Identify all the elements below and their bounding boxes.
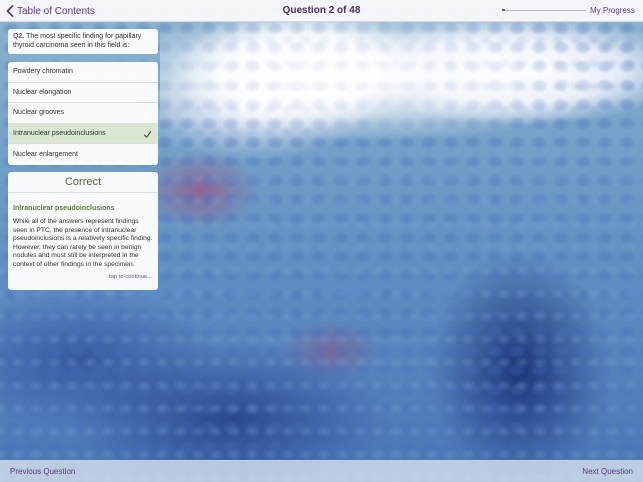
chevron-left-icon [6, 5, 14, 17]
bottom-nav-bar: Previous Question Next Question [0, 460, 643, 482]
feedback-correct-answer: Intranuclear pseudoinclusions [13, 205, 115, 212]
checkmark-icon [143, 131, 152, 138]
answer-option[interactable]: Nuclear enlargement [8, 144, 158, 165]
background-clear-area [160, 22, 643, 142]
answer-option[interactable]: Powdery chromatin [8, 62, 158, 83]
answer-option[interactable]: Nuclear elongation [8, 83, 158, 104]
answer-list: Powdery chromatin Nuclear elongation Nuc… [8, 62, 158, 165]
feedback-card[interactable]: Correct Intranuclear pseudoinclusions Wh… [8, 172, 158, 290]
progress-bar [502, 9, 586, 11]
back-button-label: Table of Contents [17, 5, 95, 17]
feedback-status: Correct [8, 172, 158, 193]
answer-label: Nuclear grooves [13, 109, 64, 117]
answer-label: Intranuclear pseudoinclusions [13, 130, 106, 138]
my-progress-button[interactable]: My Progress [590, 6, 635, 15]
answer-label: Powdery chromatin [13, 68, 73, 76]
answer-option[interactable]: Nuclear grooves [8, 103, 158, 124]
top-nav-bar: Table of Contents Question 2 of 48 My Pr… [0, 0, 643, 22]
back-button[interactable]: Table of Contents [6, 4, 95, 18]
answer-label: Nuclear enlargement [13, 151, 78, 159]
question-text: The most specific finding for papillary … [13, 33, 142, 49]
answer-option-selected[interactable]: Intranuclear pseudoinclusions [8, 123, 158, 145]
question-card: Q2. The most specific finding for papill… [8, 29, 158, 54]
answer-label: Nuclear elongation [13, 88, 72, 96]
next-question-button[interactable]: Next Question [582, 467, 633, 476]
tap-to-continue-link[interactable]: tap to continue... [109, 274, 152, 280]
feedback-explanation: While all of the answers represent findi… [13, 218, 153, 268]
progress-bar-fill [502, 9, 506, 11]
question-number: Q2. [13, 33, 25, 40]
previous-question-button[interactable]: Previous Question [10, 467, 75, 476]
